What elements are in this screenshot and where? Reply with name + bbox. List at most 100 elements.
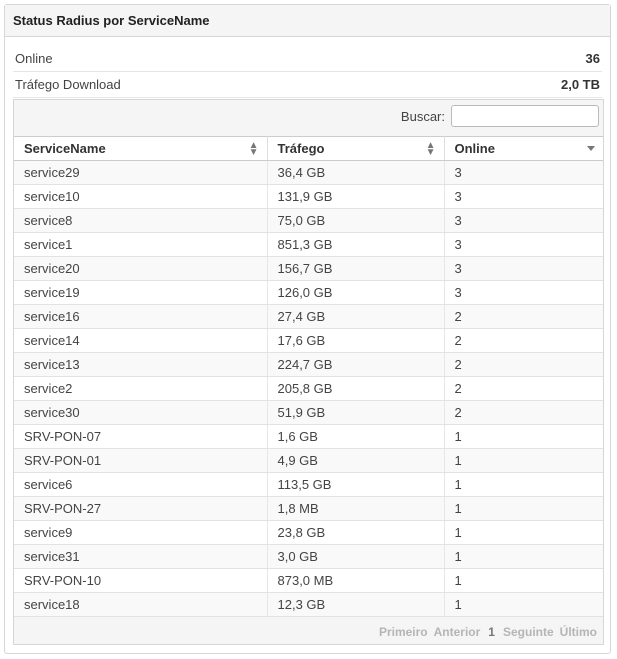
pager-next-button[interactable]: Seguinte: [503, 625, 554, 639]
cell-servicename: service2: [14, 376, 268, 401]
cell-online: 2: [444, 304, 603, 329]
cell-online: 3: [444, 256, 603, 281]
table-row: SRV-PON-27 1,8 MB 1: [14, 496, 603, 521]
cell-online: 1: [444, 424, 603, 449]
table-row: service8 75,0 GB 3: [14, 208, 603, 233]
cell-servicename: service30: [14, 400, 268, 425]
cell-trafego: 113,5 GB: [267, 472, 445, 497]
cell-trafego: 873,0 MB: [267, 568, 445, 593]
table-header-row: ServiceName ▲ ▼ Tráfego ▲ ▼ Online: [14, 136, 603, 161]
cell-trafego: 36,4 GB: [267, 160, 445, 185]
cell-trafego: 851,3 GB: [267, 232, 445, 257]
table-row: service13 224,7 GB 2: [14, 352, 603, 377]
cell-trafego: 17,6 GB: [267, 328, 445, 353]
cell-trafego: 1,8 MB: [267, 496, 445, 521]
table-row: service31 3,0 GB 1: [14, 544, 603, 569]
table-row: service29 36,4 GB 3: [14, 160, 603, 185]
service-table: ServiceName ▲ ▼ Tráfego ▲ ▼ Online service…: [14, 136, 603, 617]
cell-servicename: service20: [14, 256, 268, 281]
cell-servicename: service9: [14, 520, 268, 545]
table-row: service19 126,0 GB 3: [14, 280, 603, 305]
cell-servicename: service18: [14, 592, 268, 617]
table-row: service16 27,4 GB 2: [14, 304, 603, 329]
cell-online: 2: [444, 376, 603, 401]
cell-servicename: service14: [14, 328, 268, 353]
cell-servicename: SRV-PON-01: [14, 448, 268, 473]
cell-trafego: 12,3 GB: [267, 592, 445, 617]
cell-trafego: 27,4 GB: [267, 304, 445, 329]
column-header-label: Online: [454, 141, 495, 156]
cell-online: 3: [444, 232, 603, 257]
cell-trafego: 3,0 GB: [267, 544, 445, 569]
cell-servicename: service16: [14, 304, 268, 329]
pager-first-button[interactable]: Primeiro: [379, 625, 428, 639]
cell-online: 1: [444, 496, 603, 521]
table-row: service14 17,6 GB 2: [14, 328, 603, 353]
table-row: service10 131,9 GB 3: [14, 184, 603, 209]
table-row: service18 12,3 GB 1: [14, 592, 603, 617]
cell-servicename: SRV-PON-07: [14, 424, 268, 449]
cell-servicename: service1: [14, 232, 268, 257]
table-row: service2 205,8 GB 2: [14, 376, 603, 401]
table-row: service9 23,8 GB 1: [14, 520, 603, 545]
cell-online: 2: [444, 352, 603, 377]
cell-trafego: 224,7 GB: [267, 352, 445, 377]
cell-online: 1: [444, 448, 603, 473]
stat-row-traffic: Tráfego Download 2,0 TB: [13, 72, 602, 98]
pager-last-button[interactable]: Último: [560, 625, 597, 639]
datatable-search: Buscar:: [401, 105, 599, 127]
table-body: service29 36,4 GB 3 service10 131,9 GB 3 servi…: [14, 160, 603, 617]
cell-online: 1: [444, 472, 603, 497]
cell-trafego: 51,9 GB: [267, 400, 445, 425]
sort-both-icon: ▲ ▼: [248, 140, 259, 158]
sort-desc-icon: [587, 146, 595, 151]
cell-servicename: service13: [14, 352, 268, 377]
cell-trafego: 75,0 GB: [267, 208, 445, 233]
pager-page-button[interactable]: 1: [486, 625, 497, 639]
sort-both-icon: ▲ ▼: [425, 140, 436, 158]
cell-online: 1: [444, 592, 603, 617]
status-radius-panel: Status Radius por ServiceName Online 36 …: [4, 4, 611, 654]
column-header-servicename[interactable]: ServiceName ▲ ▼: [14, 136, 268, 161]
column-header-online[interactable]: Online: [444, 136, 603, 161]
stat-label: Online: [15, 51, 53, 66]
cell-online: 1: [444, 544, 603, 569]
cell-servicename: service19: [14, 280, 268, 305]
cell-servicename: SRV-PON-27: [14, 496, 268, 521]
cell-trafego: 156,7 GB: [267, 256, 445, 281]
cell-servicename: service10: [14, 184, 268, 209]
cell-online: 3: [444, 280, 603, 305]
table-row: service30 51,9 GB 2: [14, 400, 603, 425]
cell-servicename: service8: [14, 208, 268, 233]
search-input[interactable]: [451, 105, 599, 127]
cell-trafego: 23,8 GB: [267, 520, 445, 545]
cell-trafego: 4,9 GB: [267, 448, 445, 473]
column-header-trafego[interactable]: Tráfego ▲ ▼: [267, 136, 445, 161]
table-row: service20 156,7 GB 3: [14, 256, 603, 281]
stat-row-online: Online 36: [13, 46, 602, 72]
table-row: SRV-PON-07 1,6 GB 1: [14, 424, 603, 449]
cell-servicename: service6: [14, 472, 268, 497]
table-row: SRV-PON-10 873,0 MB 1: [14, 568, 603, 593]
cell-trafego: 126,0 GB: [267, 280, 445, 305]
table-row: service1 851,3 GB 3: [14, 232, 603, 257]
cell-trafego: 1,6 GB: [267, 424, 445, 449]
cell-online: 3: [444, 160, 603, 185]
column-header-label: ServiceName: [24, 141, 106, 156]
stat-label: Tráfego Download: [15, 77, 121, 92]
cell-online: 1: [444, 520, 603, 545]
cell-trafego: 131,9 GB: [267, 184, 445, 209]
panel-title: Status Radius por ServiceName: [13, 13, 210, 28]
stat-value: 2,0 TB: [560, 77, 600, 92]
pager-prev-button[interactable]: Anterior: [434, 625, 481, 639]
table-row: service6 113,5 GB 1: [14, 472, 603, 497]
panel-header: Status Radius por ServiceName: [5, 5, 610, 37]
table-row: SRV-PON-01 4,9 GB 1: [14, 448, 603, 473]
cell-servicename: service29: [14, 160, 268, 185]
cell-trafego: 205,8 GB: [267, 376, 445, 401]
column-header-label: Tráfego: [277, 141, 325, 156]
datatable-wrapper: Buscar: ServiceName ▲ ▼ Tráfego ▲ ▼ Onli…: [13, 99, 604, 645]
cell-online: 2: [444, 400, 603, 425]
stat-value: 36: [585, 51, 600, 66]
cell-online: 2: [444, 328, 603, 353]
